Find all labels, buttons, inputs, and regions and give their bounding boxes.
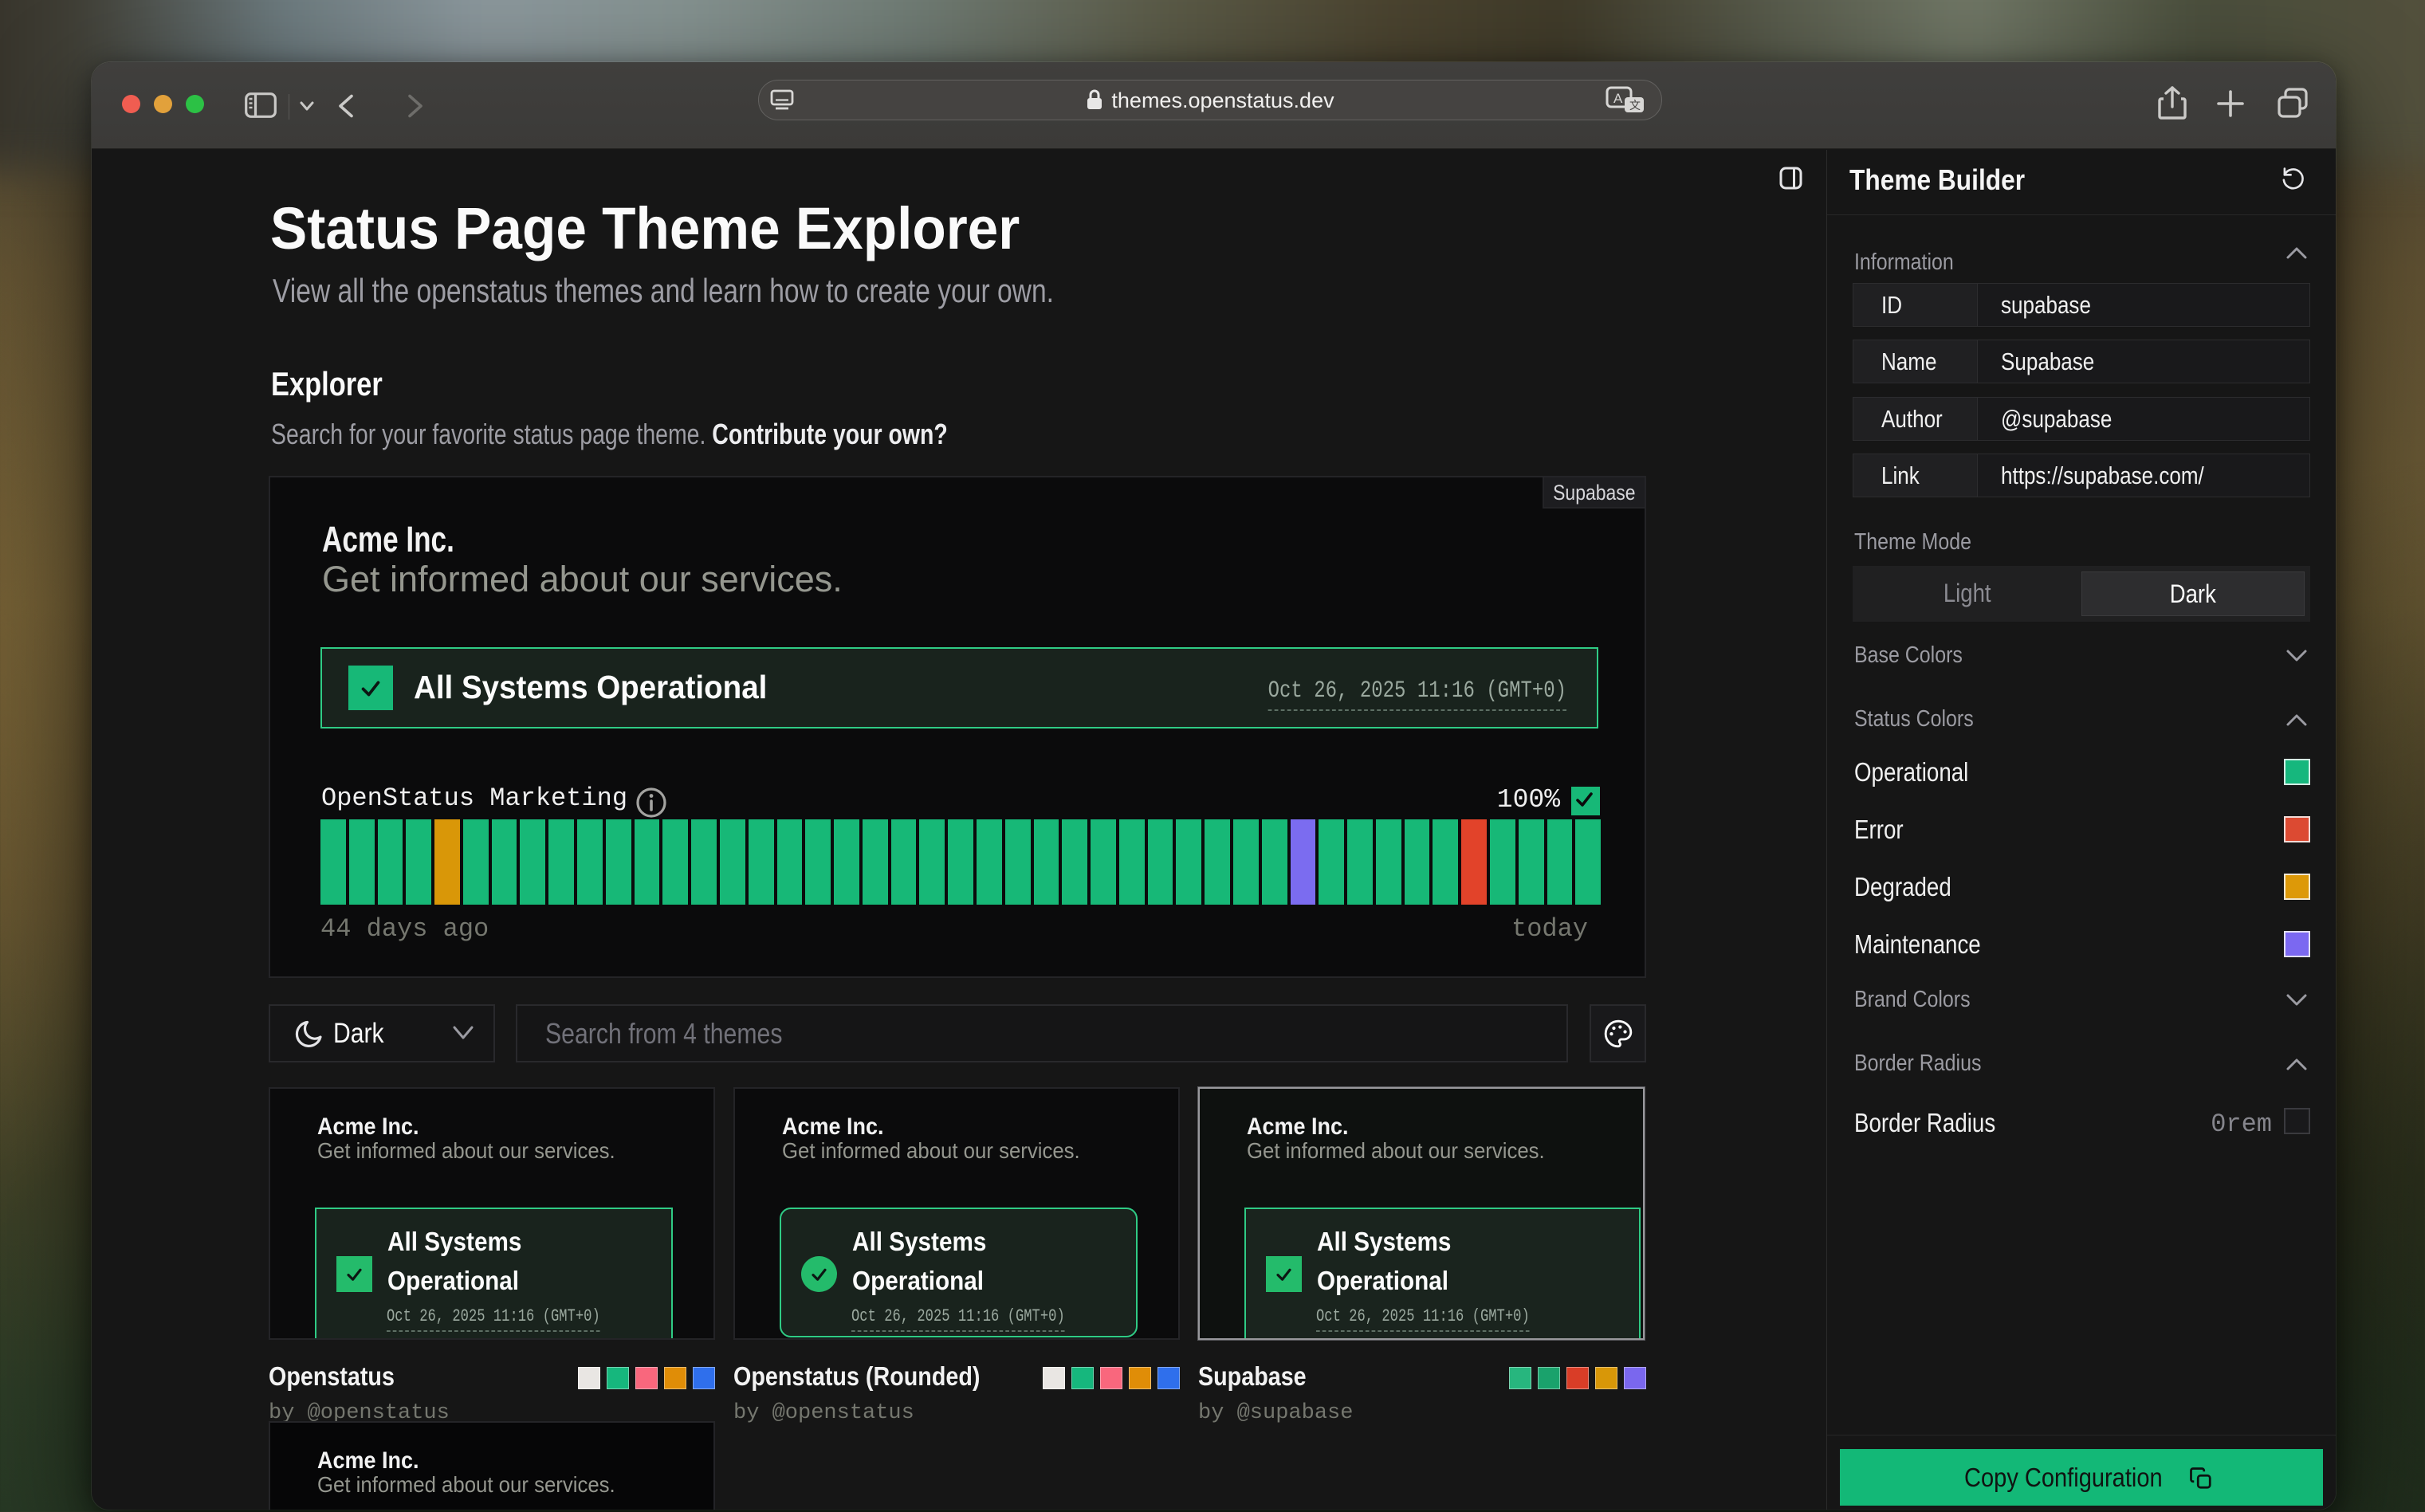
svg-text:文: 文 (1629, 99, 1641, 112)
svg-text:A: A (1613, 91, 1623, 106)
